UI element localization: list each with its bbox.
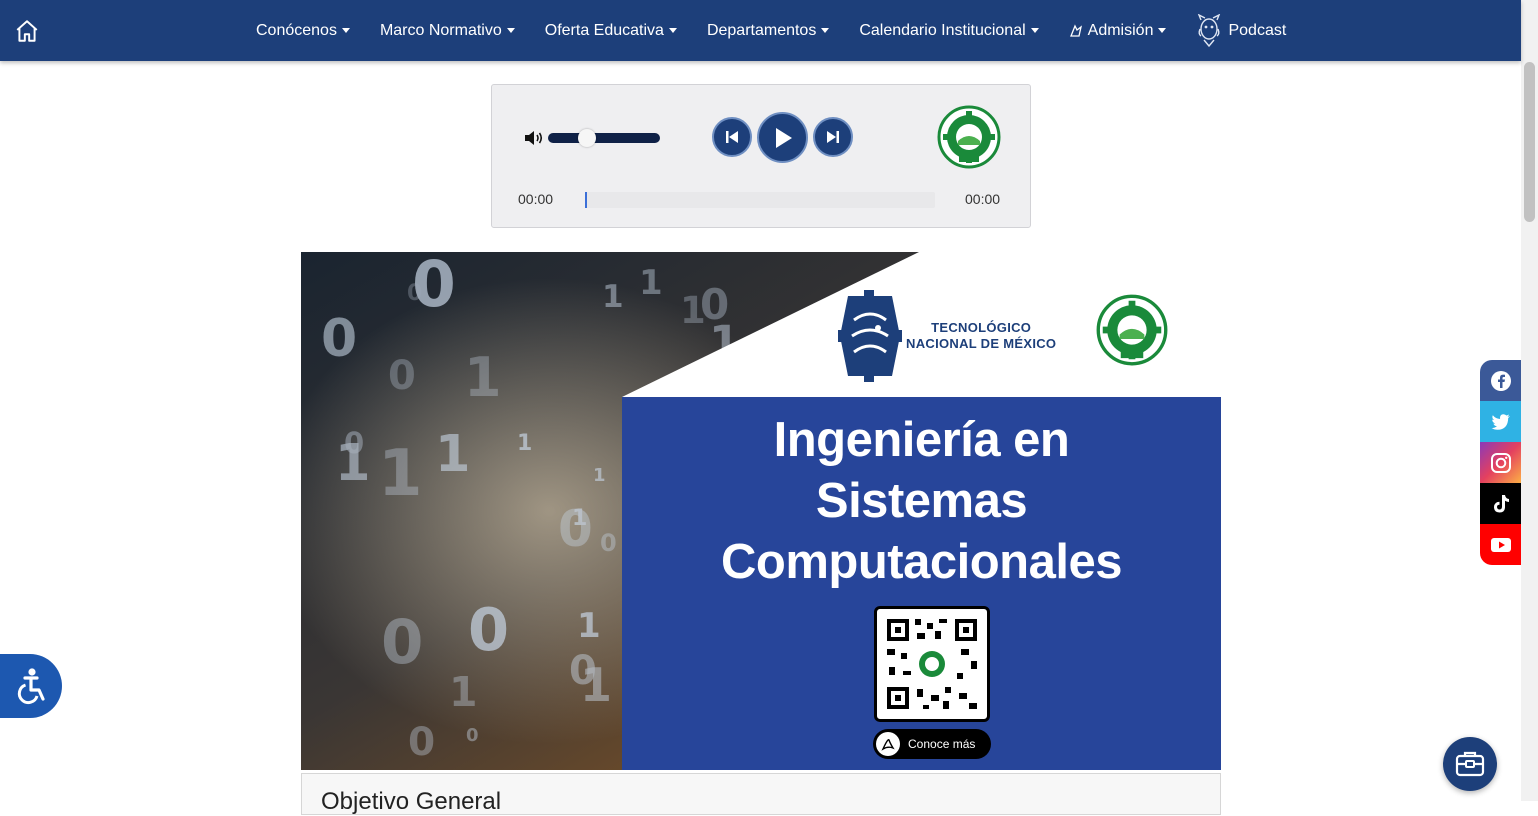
facebook-icon (1490, 370, 1511, 391)
program-banner: 011010100111001101001101100101100111 TEC… (301, 252, 1221, 770)
progress-bar[interactable] (585, 192, 935, 208)
tecnm-logo (838, 290, 902, 382)
volume-slider[interactable] (548, 133, 660, 143)
caret-down-icon (506, 28, 515, 33)
binary-digit: 0 (388, 353, 416, 399)
toolbox-button[interactable] (1443, 737, 1497, 791)
binary-digit: 0 (466, 725, 479, 746)
qr-code[interactable] (874, 606, 990, 722)
volume-slider-handle[interactable] (578, 129, 597, 147)
binary-digit: 1 (602, 279, 624, 315)
skip-previous-icon (726, 131, 738, 143)
total-time: 00:00 (965, 191, 1001, 207)
nav-menu: Conócenos Marco Normativo Oferta Educati… (256, 0, 1286, 61)
nav-item-label: Departamentos (706, 21, 817, 39)
binary-digit: 1 (449, 668, 478, 716)
nav-item-podcast[interactable]: Podcast (1196, 13, 1287, 48)
nav-item-calendario[interactable]: Calendario Institucional (859, 21, 1039, 40)
binary-digit: 1 (464, 346, 502, 409)
progress-indicator (585, 192, 587, 208)
qr-code-image (887, 619, 977, 709)
previous-track-button[interactable] (712, 117, 752, 157)
institute-logo-banner (1096, 294, 1168, 366)
tecnm-name: TECNOLÓGICO NACIONAL DE MÉXICO (906, 320, 1056, 352)
binary-digit: 1 (435, 425, 471, 484)
binary-digit: 1 (378, 437, 423, 511)
binary-digit: 0 (381, 607, 423, 678)
tecnm-name-line2: NACIONAL DE MÉXICO (906, 336, 1057, 351)
binary-digit: 0 (468, 595, 509, 664)
nav-item-label: Conócenos (256, 21, 337, 39)
binary-digit: 1 (593, 465, 606, 486)
binary-digit: 1 (580, 658, 612, 712)
binary-digit: 1 (517, 431, 532, 456)
binary-digit: 0 (321, 309, 357, 369)
banner-title-line-3: Computacionales (721, 535, 1122, 589)
institute-logo (937, 105, 1001, 169)
binary-digit: 0 (600, 529, 617, 557)
binary-digit: 0 (407, 281, 422, 306)
page-scrollbar[interactable] (1521, 0, 1538, 801)
binary-digit: 0 (558, 500, 593, 558)
nav-item-admision[interactable]: Admisión (1069, 22, 1167, 40)
binary-digit: 1 (577, 606, 601, 646)
social-media-bar (1480, 360, 1521, 565)
caret-down-icon (668, 28, 677, 33)
binary-digit: 0 (344, 426, 364, 460)
toolbox-icon (1455, 751, 1485, 777)
nav-item-departamentos[interactable]: Departamentos (706, 21, 830, 40)
nav-item-label: Podcast (1228, 21, 1287, 39)
nav-item-label: Admisión (1087, 21, 1154, 39)
twitter-link[interactable] (1480, 401, 1521, 442)
play-button[interactable] (757, 112, 808, 163)
facebook-link[interactable] (1480, 360, 1521, 401)
home-icon[interactable] (14, 18, 40, 44)
conoce-mas-label: Conoce más (908, 737, 976, 751)
instagram-icon (1490, 452, 1511, 473)
caret-down-icon (1158, 28, 1167, 33)
binary-digit: 1 (680, 289, 706, 332)
youtube-link[interactable] (1480, 524, 1521, 565)
play-icon (775, 127, 792, 148)
volume-icon[interactable] (524, 129, 544, 147)
banner-title-line-2: Sistemas (815, 474, 1028, 528)
binary-digit: 1 (639, 263, 663, 303)
scrollbar-thumb[interactable] (1524, 62, 1535, 222)
nav-item-marco-normativo[interactable]: Marco Normativo (380, 22, 515, 40)
current-time: 00:00 (518, 191, 554, 207)
next-track-button[interactable] (813, 117, 853, 157)
nav-item-label: Oferta Educativa (544, 21, 664, 39)
accessibility-icon (17, 668, 45, 705)
twitter-icon (1491, 413, 1510, 430)
banner-title-line-1: Ingeniería en (773, 413, 1070, 467)
nav-item-conocenos[interactable]: Conócenos (256, 22, 350, 40)
binary-digit: 0 (408, 720, 435, 765)
skip-next-icon (827, 131, 839, 143)
conoce-mas-button[interactable]: Conoce más (873, 729, 991, 759)
caret-down-icon (821, 28, 830, 33)
card-title: Objetivo General (321, 788, 502, 815)
youtube-icon (1490, 537, 1511, 552)
caret-down-icon (1030, 28, 1039, 33)
nav-item-oferta-educativa[interactable]: Oferta Educativa (545, 22, 677, 40)
pdf-icon (876, 732, 900, 756)
audio-player: 00:00 00:00 (491, 84, 1031, 228)
top-navbar: Conócenos Marco Normativo Oferta Educati… (0, 0, 1521, 61)
objective-card: Objetivo General (301, 773, 1221, 815)
tiktok-icon (1493, 494, 1509, 512)
caret-down-icon (341, 28, 350, 33)
admission-icon (1069, 23, 1082, 37)
nav-item-label: Calendario Institucional (859, 21, 1026, 39)
tiktok-link[interactable] (1480, 483, 1521, 524)
tecnm-name-line1: TECNOLÓGICO (931, 320, 1032, 335)
podcast-mascot-icon (1198, 13, 1221, 47)
instagram-link[interactable] (1480, 442, 1521, 483)
accessibility-button[interactable] (0, 654, 62, 718)
nav-item-label: Marco Normativo (379, 21, 502, 39)
